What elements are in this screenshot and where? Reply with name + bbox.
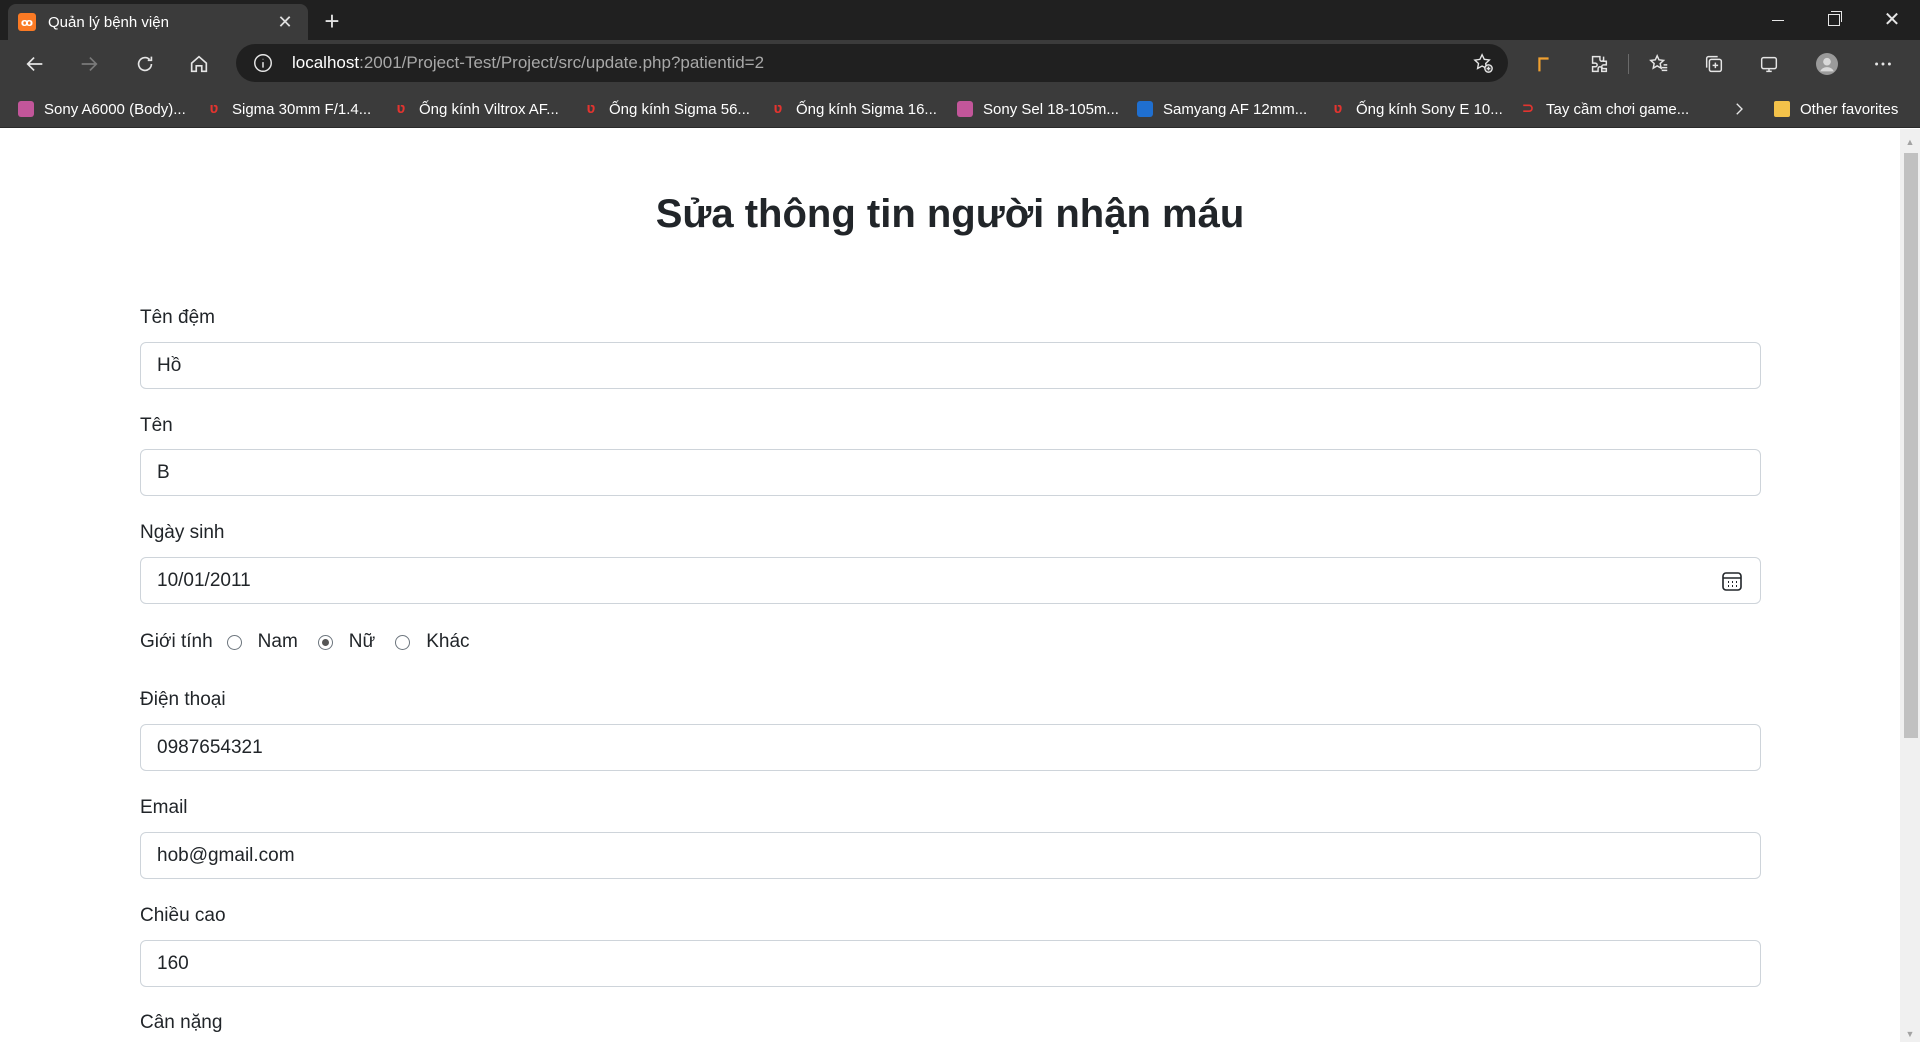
bookmark-label: Ống kính Sigma 16... — [796, 100, 937, 118]
profile-icon[interactable] — [1810, 48, 1844, 80]
calendar-icon[interactable] — [1720, 569, 1744, 593]
shop-icon: ʋ — [773, 100, 783, 117]
restore-icon — [1828, 11, 1842, 26]
star-plus-icon[interactable] — [1470, 50, 1496, 76]
url-path: :2001/Project-Test/Project/src/update.ph… — [359, 53, 765, 72]
bookmark-item[interactable]: Sony A6000 (Body)... — [18, 96, 186, 122]
sony-icon — [18, 101, 34, 117]
browser-tab[interactable]: ꝏ Quản lý bệnh viện ✕ — [8, 4, 308, 40]
close-window-icon: ✕ — [1883, 9, 1901, 31]
gender-option-label: Khác — [426, 631, 470, 652]
scroll-down-icon[interactable]: ▼ — [1900, 1025, 1920, 1042]
page-title: Sửa thông tin người nhận máu — [655, 192, 1245, 236]
phone-label: Điện thoại — [140, 689, 226, 710]
bookmarks-bar: Sony A6000 (Body)... ʋ Sigma 30mm F/1.4..… — [0, 88, 1920, 128]
puzzle-icon[interactable] — [1582, 48, 1616, 80]
arrow-right-icon[interactable] — [72, 48, 106, 80]
share-icon[interactable] — [1752, 48, 1786, 80]
phone-input[interactable]: 0987654321 — [140, 724, 1761, 771]
favorites-icon[interactable] — [1642, 48, 1676, 80]
bookmark-item[interactable]: ⊃ Tay cầm chơi game... — [1520, 96, 1690, 122]
shop-icon: ʋ — [396, 100, 406, 117]
info-icon[interactable] — [246, 46, 280, 80]
toolbar-divider — [1628, 54, 1629, 74]
other-favorites-label: Other favorites — [1800, 100, 1899, 118]
chevron-right-icon[interactable] — [1726, 96, 1752, 122]
height-label: Chiều cao — [140, 905, 226, 926]
bookmark-item[interactable]: ʋ Ống kính Sigma 16... — [770, 96, 937, 122]
shop-icon: ʋ — [586, 100, 596, 117]
gender-radio-khac[interactable] — [395, 634, 411, 650]
gender-group: Giới tính Nam Nữ Khác — [140, 627, 476, 657]
address-bar[interactable]: localhost:2001/Project-Test/Project/src/… — [236, 44, 1508, 82]
page-scrollbar[interactable]: ▲ ▼ — [1900, 129, 1920, 1042]
close-window-button[interactable]: ✕ — [1864, 0, 1920, 40]
xampp-icon: ꝏ — [18, 13, 36, 31]
gamepad-icon: ⊃ — [1521, 100, 1535, 117]
url-text: localhost:2001/Project-Test/Project/src/… — [292, 53, 764, 73]
dob-input[interactable]: 10/01/2011 — [140, 557, 1761, 604]
bookmark-label: Ống kính Viltrox AF... — [419, 100, 559, 118]
bookmark-item[interactable]: ʋ Ống kính Sony E 10... — [1330, 96, 1503, 122]
bookmark-label: Ống kính Sony E 10... — [1356, 100, 1503, 118]
first-name-input[interactable]: B — [140, 449, 1761, 496]
first-name-value: B — [157, 461, 170, 483]
bookmark-label: Sony A6000 (Body)... — [44, 100, 186, 118]
other-favorites[interactable]: Other favorites — [1774, 96, 1898, 122]
bookmark-label: Sony Sel 18-105m... — [983, 100, 1119, 118]
tab-strip: ꝏ Quản lý bệnh viện ✕ + ✕ — [0, 0, 1920, 40]
more-icon[interactable] — [1866, 48, 1900, 80]
middle-name-label: Tên đệm — [140, 307, 215, 328]
arrow-left-icon[interactable] — [18, 48, 52, 80]
middle-name-value: Hồ — [157, 354, 182, 376]
middle-name-input[interactable]: Hồ — [140, 342, 1761, 389]
home-icon[interactable] — [182, 48, 216, 80]
shop-icon: ʋ — [1333, 100, 1343, 117]
navigation-bar: localhost:2001/Project-Test/Project/src/… — [0, 40, 1920, 88]
phone-value: 0987654321 — [157, 736, 263, 758]
close-icon[interactable]: ✕ — [272, 9, 298, 35]
bookmark-item[interactable]: ʋ Sigma 30mm F/1.4... — [206, 96, 372, 122]
gender-radio-nu[interactable] — [317, 634, 333, 650]
minimize-icon — [1772, 19, 1784, 21]
weight-label: Cân nặng — [140, 1012, 223, 1033]
bookmark-item[interactable]: ʋ Ống kính Sigma 56... — [583, 96, 750, 122]
bookmark-label: Tay cầm chơi game... — [1546, 100, 1690, 118]
height-value: 160 — [157, 952, 189, 974]
url-host: localhost — [292, 53, 360, 72]
email-label: Email — [140, 797, 188, 818]
folder-icon — [1774, 101, 1790, 117]
gender-label: Giới tính — [140, 631, 213, 652]
refresh-icon[interactable] — [128, 48, 162, 80]
bookmark-item[interactable]: Sony Sel 18-105m... — [957, 96, 1119, 122]
collections-icon[interactable] — [1697, 48, 1731, 80]
email-input[interactable]: hob@gmail.com — [140, 832, 1761, 879]
page-content: Sửa thông tin người nhận máu Tên đệm Hồ … — [0, 129, 1900, 1042]
minimize-button[interactable] — [1750, 0, 1806, 40]
email-value: hob@gmail.com — [157, 844, 295, 866]
gender-radio-nam[interactable] — [226, 634, 242, 650]
bookmark-extension-icon[interactable] — [1527, 48, 1561, 80]
gender-option-label: Nam — [257, 631, 298, 652]
dob-label: Ngày sinh — [140, 522, 225, 543]
bookmark-label: Ống kính Sigma 56... — [609, 100, 750, 118]
bookmark-item[interactable]: ʋ Ống kính Viltrox AF... — [393, 96, 559, 122]
tab-title: Quản lý bệnh viện — [48, 13, 169, 31]
restore-button[interactable] — [1806, 0, 1862, 40]
scroll-up-icon[interactable]: ▲ — [1900, 133, 1920, 150]
bookmark-item[interactable]: Samyang AF 12mm... — [1137, 96, 1307, 122]
scrollbar-thumb[interactable] — [1904, 153, 1918, 738]
camera-shop-icon — [1137, 101, 1153, 117]
first-name-label: Tên — [140, 415, 173, 436]
bookmark-label: Samyang AF 12mm... — [1163, 100, 1308, 118]
dob-value: 10/01/2011 — [157, 569, 251, 591]
height-input[interactable]: 160 — [140, 940, 1761, 987]
sony-icon — [957, 101, 973, 117]
bookmark-label: Sigma 30mm F/1.4... — [232, 100, 372, 118]
plus-icon[interactable]: + — [318, 6, 346, 36]
shop-icon: ʋ — [209, 100, 219, 117]
gender-option-label: Nữ — [348, 631, 376, 652]
